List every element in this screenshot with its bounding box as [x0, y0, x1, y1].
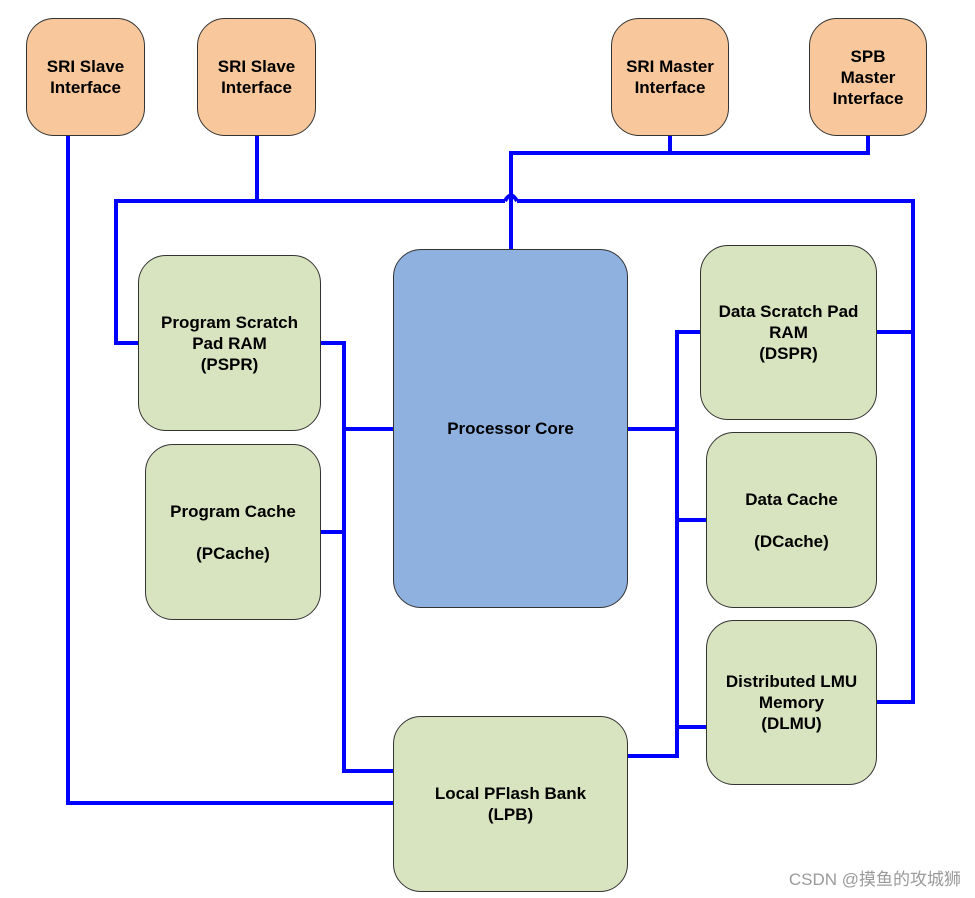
processor-core-block: Processor Core: [393, 249, 628, 608]
program-side-line: [321, 341, 393, 773]
lpb-to-data-line: [628, 727, 679, 758]
pcache-block: Program Cache (PCache): [145, 444, 321, 620]
dlmu-block: Distributed LMU Memory (DLMU): [706, 620, 877, 785]
sri-slave-interface-2: SRI Slave Interface: [197, 18, 316, 136]
sri-master-interface: SRI Master Interface: [611, 18, 729, 136]
sri-slave-interface-1: SRI Slave Interface: [26, 18, 145, 136]
dcache-block: Data Cache (DCache): [706, 432, 877, 608]
master-bus-line: [509, 136, 870, 249]
watermark: CSDN @摸鱼的攻城狮: [788, 870, 961, 889]
lpb-block: Local PFlash Bank (LPB): [393, 716, 628, 892]
dspr-block: Data Scratch Pad RAM (DSPR): [700, 245, 877, 420]
spb-master-interface: SPB Master Interface: [809, 18, 927, 136]
pspr-block: Program Scratch Pad RAM (PSPR): [138, 255, 321, 431]
